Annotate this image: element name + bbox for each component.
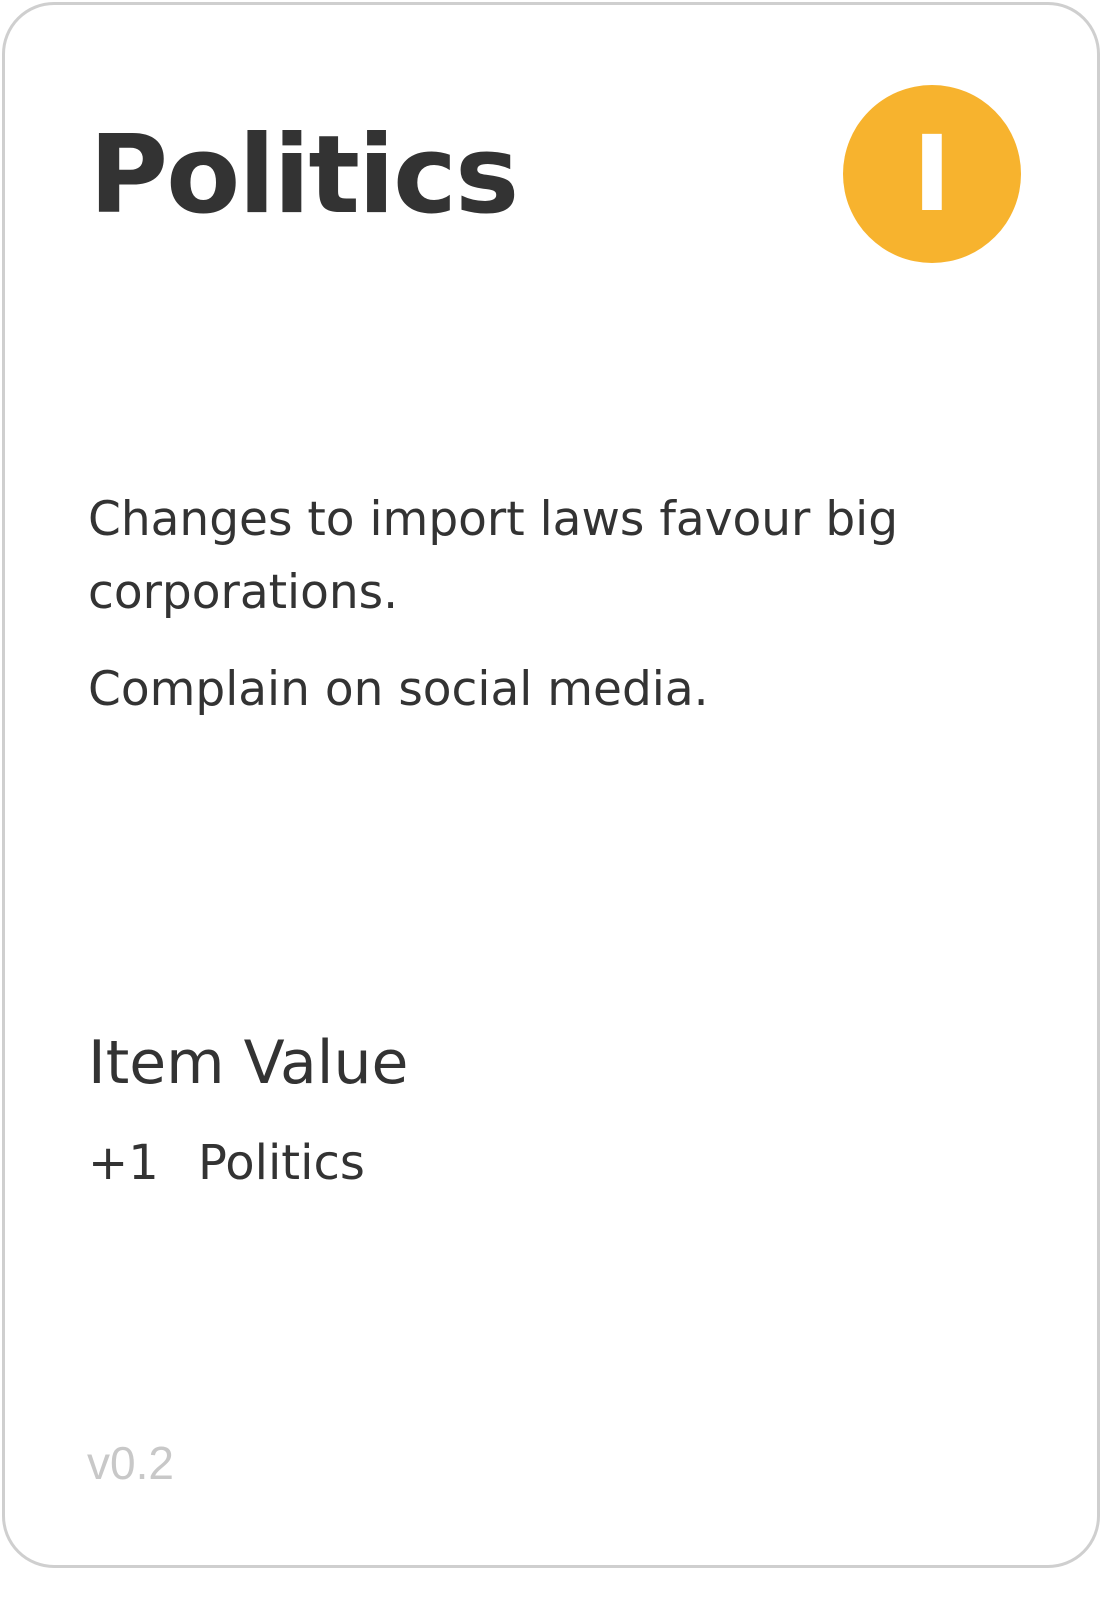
description-line: Changes to import laws favour big corpor… bbox=[88, 492, 899, 620]
card-title: Politics bbox=[89, 113, 519, 238]
category-badge-icon: I bbox=[843, 85, 1021, 263]
description-line: Complain on social media. bbox=[88, 662, 709, 717]
item-value-row: +1 Politics bbox=[88, 1131, 365, 1195]
item-value-heading: Item Value bbox=[88, 1028, 409, 1098]
item-value-category: Politics bbox=[198, 1135, 365, 1191]
version-label: v0.2 bbox=[87, 1437, 174, 1489]
item-value-amount: +1 bbox=[88, 1135, 159, 1191]
card: Politics I Changes to import laws favour… bbox=[2, 2, 1100, 1568]
card-description: Changes to import laws favour big corpor… bbox=[88, 483, 988, 750]
